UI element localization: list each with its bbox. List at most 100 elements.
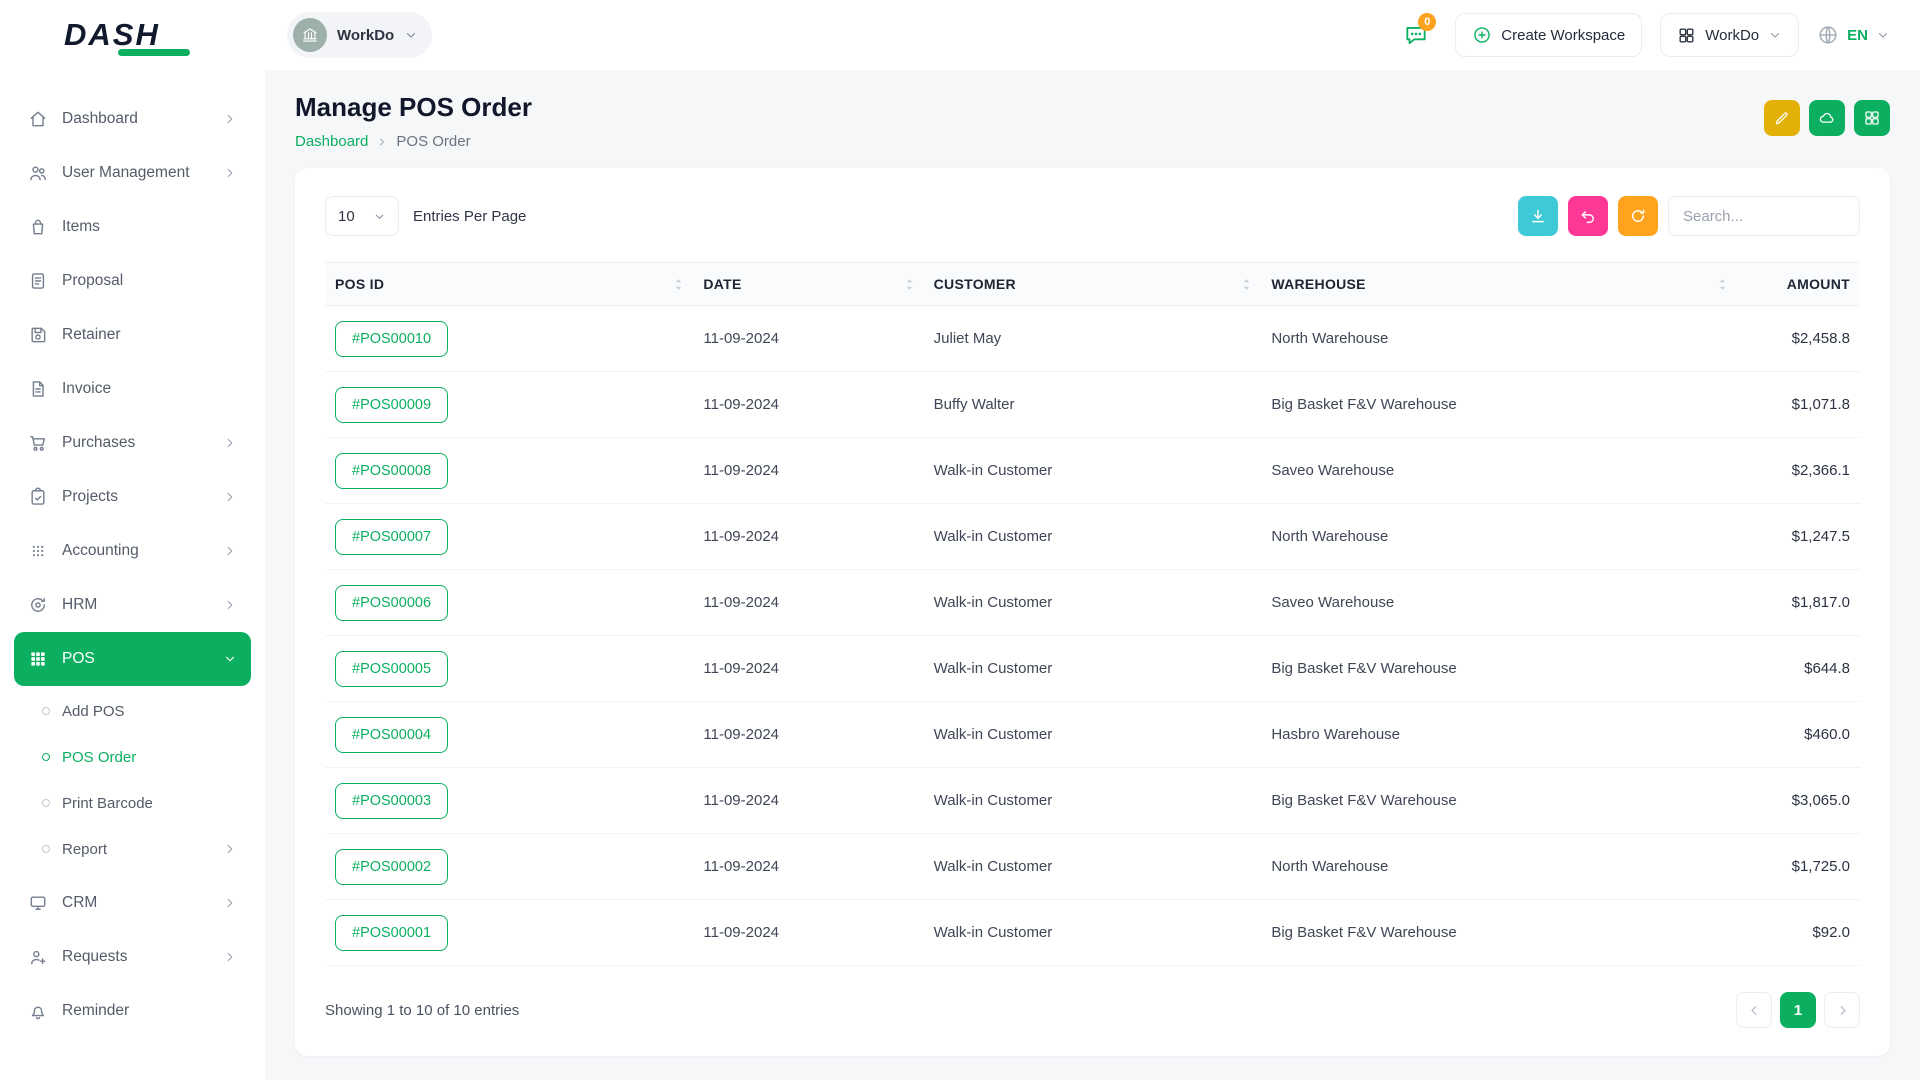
- warehouse-cell: Saveo Warehouse: [1261, 438, 1737, 504]
- sidebar-subitem-report[interactable]: Report: [0, 826, 251, 872]
- amount-cell: $2,366.1: [1737, 438, 1860, 504]
- sidebar-item-label: Retainer: [62, 326, 121, 344]
- sidebar-item-crm[interactable]: CRM: [14, 876, 251, 930]
- customer-cell: Walk-in Customer: [924, 438, 1262, 504]
- undo-button[interactable]: [1568, 196, 1608, 236]
- pos-id-badge[interactable]: #POS00009: [335, 387, 448, 423]
- entries-per-page-select[interactable]: 10: [325, 196, 399, 236]
- sidebar-item-requests[interactable]: Requests: [14, 930, 251, 984]
- sidebar-item-reminder[interactable]: Reminder: [14, 984, 251, 1038]
- sidebar-item-retainer[interactable]: Retainer: [14, 308, 251, 362]
- export-button[interactable]: [1809, 100, 1845, 136]
- user-plus-icon: [28, 947, 48, 967]
- breadcrumb-dashboard-link[interactable]: Dashboard: [295, 133, 368, 150]
- column-header-warehouse[interactable]: WAREHOUSE: [1261, 263, 1737, 306]
- sidebar-subitem-add-pos[interactable]: Add POS: [0, 688, 251, 734]
- pos-submenu: Add POS POS Order Print Barcode Report: [0, 686, 265, 876]
- sidebar-item-user-management[interactable]: User Management: [14, 146, 251, 200]
- sidebar-item-hrm[interactable]: HRM: [14, 578, 251, 632]
- logo-text: DASH: [64, 17, 160, 53]
- sidebar-item-accounting[interactable]: Accounting: [14, 524, 251, 578]
- pos-id-badge[interactable]: #POS00003: [335, 783, 448, 819]
- pos-id-cell: #POS00007: [325, 504, 693, 570]
- pos-id-badge[interactable]: #POS00004: [335, 717, 448, 753]
- date-cell: 11-09-2024: [693, 834, 923, 900]
- pos-id-badge[interactable]: #POS00007: [335, 519, 448, 555]
- pos-id-badge[interactable]: #POS00002: [335, 849, 448, 885]
- pagination-next-button[interactable]: [1824, 992, 1860, 1028]
- pos-id-badge[interactable]: #POS00008: [335, 453, 448, 489]
- language-code: EN: [1847, 27, 1868, 44]
- table-footer: Showing 1 to 10 of 10 entries 1: [325, 992, 1860, 1028]
- date-cell: 11-09-2024: [693, 900, 923, 966]
- table-row: #POS00003 11-09-2024 Walk-in Customer Bi…: [325, 768, 1860, 834]
- chevron-right-icon: [223, 436, 237, 450]
- download-button[interactable]: [1518, 196, 1558, 236]
- customer-cell: Juliet May: [924, 306, 1262, 372]
- refresh-button[interactable]: [1618, 196, 1658, 236]
- messages-badge: 0: [1418, 13, 1436, 31]
- pos-id-cell: #POS00009: [325, 372, 693, 438]
- sidebar-subitem-pos-order[interactable]: POS Order: [0, 734, 251, 780]
- amount-cell: $460.0: [1737, 702, 1860, 768]
- sidebar-item-items[interactable]: Items: [14, 200, 251, 254]
- entries-summary: Showing 1 to 10 of 10 entries: [325, 1002, 519, 1019]
- bullet-icon: [42, 799, 50, 807]
- create-workspace-button[interactable]: Create Workspace: [1455, 13, 1642, 57]
- column-header-date[interactable]: DATE: [693, 263, 923, 306]
- chevron-down-icon: [1876, 28, 1890, 42]
- sidebar-subitem-print-barcode[interactable]: Print Barcode: [0, 780, 251, 826]
- table-row: #POS00010 11-09-2024 Juliet May North Wa…: [325, 306, 1860, 372]
- amount-cell: $1,817.0: [1737, 570, 1860, 636]
- sidebar-item-proposal[interactable]: Proposal: [14, 254, 251, 308]
- pos-id-badge[interactable]: #POS00001: [335, 915, 448, 951]
- document-icon: [28, 271, 48, 291]
- language-selector[interactable]: EN: [1817, 24, 1890, 46]
- apps-grid-icon: [28, 649, 48, 669]
- chevron-right-icon: [223, 950, 237, 964]
- workspace-menu-button[interactable]: WorkDo: [1660, 13, 1799, 57]
- chevron-right-icon: [1835, 1003, 1850, 1018]
- table-row: #POS00009 11-09-2024 Buffy Walter Big Ba…: [325, 372, 1860, 438]
- workspace-avatar: [293, 18, 327, 52]
- sidebar-item-projects[interactable]: Projects: [14, 470, 251, 524]
- logo-dash-bar: [118, 49, 190, 56]
- sort-icon: [1242, 278, 1251, 291]
- sidebar-item-dashboard[interactable]: Dashboard: [14, 92, 251, 146]
- sidebar-item-label: Accounting: [62, 542, 139, 560]
- app-logo[interactable]: DASH: [0, 17, 265, 53]
- pos-id-badge[interactable]: #POS00006: [335, 585, 448, 621]
- sidebar-item-label: Reminder: [62, 1002, 129, 1020]
- column-header-pos-id[interactable]: POS ID: [325, 263, 693, 306]
- pagination-current-page[interactable]: 1: [1780, 992, 1816, 1028]
- sidebar-item-label: Proposal: [62, 272, 123, 290]
- customer-cell: Walk-in Customer: [924, 702, 1262, 768]
- clipboard-check-icon: [28, 487, 48, 507]
- column-header-amount[interactable]: AMOUNT: [1737, 263, 1860, 306]
- pos-id-badge[interactable]: #POS00010: [335, 321, 448, 357]
- column-header-customer[interactable]: CUSTOMER: [924, 263, 1262, 306]
- pos-id-badge[interactable]: #POS00005: [335, 651, 448, 687]
- sidebar-item-invoice[interactable]: Invoice: [14, 362, 251, 416]
- sidebar-item-purchases[interactable]: Purchases: [14, 416, 251, 470]
- date-cell: 11-09-2024: [693, 372, 923, 438]
- date-cell: 11-09-2024: [693, 438, 923, 504]
- warehouse-cell: Big Basket F&V Warehouse: [1261, 768, 1737, 834]
- messages-button[interactable]: 0: [1395, 14, 1437, 56]
- plus-circle-icon: [1472, 25, 1492, 45]
- date-cell: 11-09-2024: [693, 306, 923, 372]
- pagination-prev-button[interactable]: [1736, 992, 1772, 1028]
- building-icon: [301, 26, 319, 44]
- create-workspace-label: Create Workspace: [1501, 27, 1625, 44]
- sidebar-item-pos[interactable]: POS: [14, 632, 251, 686]
- pos-id-cell: #POS00006: [325, 570, 693, 636]
- edit-button[interactable]: [1764, 100, 1800, 136]
- grid-view-button[interactable]: [1854, 100, 1890, 136]
- cart-icon: [28, 433, 48, 453]
- subitem-label: POS Order: [62, 749, 136, 766]
- search-input[interactable]: [1668, 196, 1860, 236]
- sidebar-item-label: Purchases: [62, 434, 135, 452]
- file-icon: [28, 379, 48, 399]
- workspace-selector[interactable]: WorkDo: [287, 12, 432, 58]
- pos-id-cell: #POS00002: [325, 834, 693, 900]
